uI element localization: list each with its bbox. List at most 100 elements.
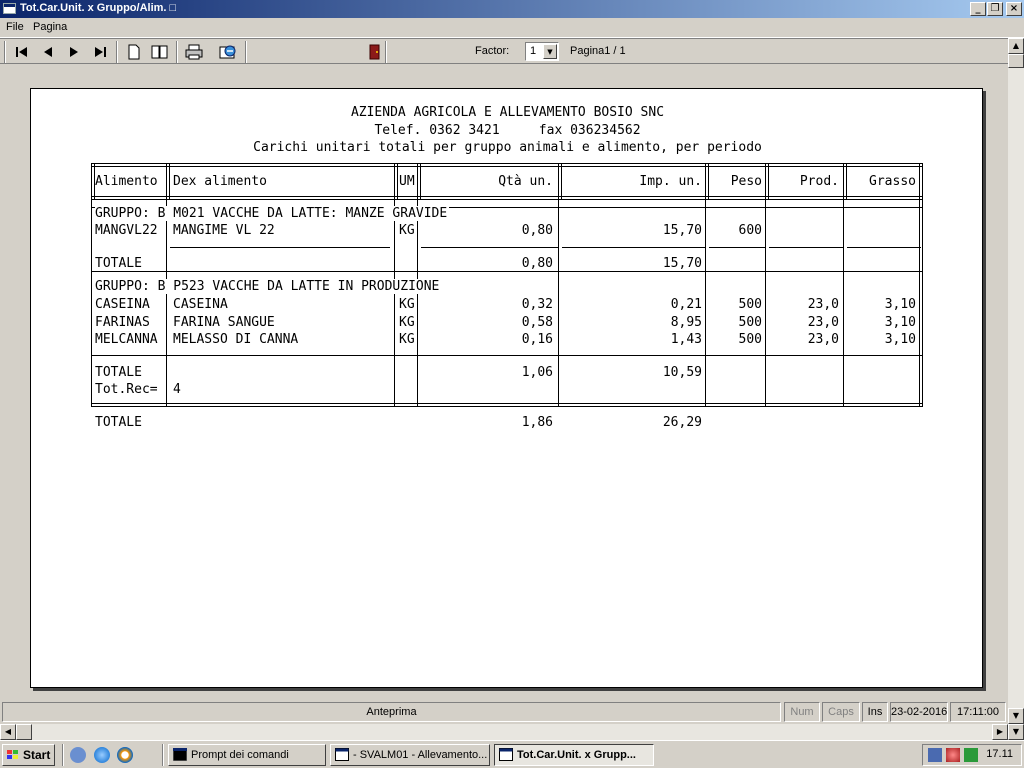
horizontal-scroll-thumb[interactable]	[16, 724, 32, 740]
rule	[91, 403, 923, 404]
exit-door-icon	[369, 44, 380, 60]
row-code: MANGVL22	[95, 223, 158, 238]
row-grasso: 3,10	[884, 332, 916, 347]
window-icon	[335, 748, 349, 761]
group-total-qta: 0,80	[521, 256, 553, 271]
status-mode: Anteprima	[2, 702, 781, 722]
scroll-down-icon[interactable]: ▼	[1008, 724, 1024, 740]
chevron-down-icon[interactable]: ▼	[543, 44, 557, 59]
last-page-button[interactable]	[90, 42, 110, 62]
scroll-up-icon[interactable]: ▲	[1008, 38, 1024, 54]
task-label: Tot.Car.Unit. x Grupp...	[517, 749, 636, 761]
last-page-icon	[95, 47, 106, 57]
toolbar: Factor: 1 ▼ Pagina1 / 1	[0, 38, 1008, 64]
factor-label: Factor:	[475, 45, 510, 57]
factor-select[interactable]: 1 ▼	[525, 42, 559, 61]
row-imp: 8,95	[670, 315, 702, 330]
single-page-button[interactable]	[124, 42, 144, 62]
group-title: GRUPPO: B M021 VACCHE DA LATTE: MANZE GR…	[95, 206, 450, 221]
group-total-imp: 15,70	[662, 256, 702, 271]
row-prod: 23,0	[807, 297, 839, 312]
grand-total-label: TOTALE	[95, 415, 142, 430]
first-page-button[interactable]	[12, 42, 32, 62]
task-label: Prompt dei comandi	[191, 749, 289, 761]
scroll-down-icon[interactable]: ▼	[1008, 708, 1024, 724]
exit-button[interactable]	[364, 42, 384, 62]
row-um: KG	[399, 332, 415, 347]
row-code: CASEINA	[95, 297, 150, 312]
first-page-icon	[16, 47, 27, 57]
export-button[interactable]	[218, 42, 238, 62]
task-tot-car-unit[interactable]: Tot.Car.Unit. x Grupp...	[494, 744, 654, 766]
next-page-icon	[70, 47, 78, 57]
start-button[interactable]: Start	[2, 744, 55, 766]
group-total-qta: 1,06	[521, 365, 553, 380]
toolbar-separator	[385, 41, 387, 63]
row-desc: FARINA SANGUE	[173, 315, 275, 330]
row-um: KG	[399, 315, 415, 330]
col-header-peso: Peso	[730, 174, 762, 189]
rule	[843, 163, 844, 407]
window-title: Tot.Car.Unit. x Gruppo/Alim. □	[20, 2, 177, 14]
vertical-scroll-thumb[interactable]	[1008, 54, 1024, 68]
toolbar-separator	[176, 41, 178, 63]
internet-explorer-icon[interactable]	[94, 747, 110, 763]
row-peso: 500	[738, 332, 762, 347]
row-grasso: 3,10	[884, 297, 916, 312]
row-prod: 23,0	[807, 315, 839, 330]
window-icon	[499, 748, 513, 761]
console-icon	[173, 748, 187, 761]
menu-pagina[interactable]: Pagina	[33, 21, 67, 33]
single-page-icon	[128, 44, 140, 60]
next-page-button[interactable]	[64, 42, 84, 62]
taskbar-clock[interactable]: 17.11	[986, 748, 1013, 760]
prev-page-button[interactable]	[38, 42, 58, 62]
show-desktop-icon[interactable]	[70, 747, 86, 763]
col-header-qta: Qtà un.	[498, 174, 553, 189]
rule	[91, 406, 923, 407]
group-title: GRUPPO: B P523 VACCHE DA LATTE IN PRODUZ…	[95, 279, 442, 294]
scroll-right-icon[interactable]: ▶	[992, 724, 1008, 740]
taskbar-separator	[162, 744, 164, 766]
app-window-icon	[3, 3, 16, 14]
taskbar: Start Prompt dei comandi - SVALM01 - All…	[0, 740, 1024, 768]
rule	[91, 196, 923, 197]
print-button[interactable]	[184, 42, 204, 62]
two-pages-icon	[151, 45, 168, 59]
row-um: KG	[399, 223, 415, 238]
rule	[91, 355, 923, 356]
horizontal-scrollbar[interactable]: ◀ ▶ ▼	[0, 724, 1024, 740]
menu-file[interactable]: File	[6, 21, 24, 33]
row-imp: 1,43	[670, 332, 702, 347]
row-desc: MELASSO DI CANNA	[173, 332, 299, 347]
restore-button[interactable]: ❐	[987, 2, 1003, 16]
task-svalm01[interactable]: - SVALM01 - Allevamento...	[330, 744, 490, 766]
update-icon[interactable]	[964, 748, 978, 762]
title-bar[interactable]: Tot.Car.Unit. x Gruppo/Alim. □ _ ❐ ×	[0, 0, 1024, 18]
taskbar-separator	[62, 744, 64, 766]
network-icon[interactable]	[928, 748, 942, 762]
grand-total-imp: 26,29	[662, 415, 702, 430]
rule	[397, 163, 398, 200]
rule	[421, 247, 558, 248]
row-imp: 15,70	[662, 223, 702, 238]
security-icon[interactable]	[946, 748, 960, 762]
scroll-left-icon[interactable]: ◀	[0, 724, 16, 740]
row-code: FARINAS	[95, 315, 150, 330]
toolbar-separator	[116, 41, 118, 63]
task-command-prompt[interactable]: Prompt dei comandi	[168, 744, 326, 766]
row-grasso: 3,10	[884, 315, 916, 330]
rule	[919, 163, 920, 407]
rule	[420, 163, 421, 200]
grand-total-qta: 1,86	[521, 415, 553, 430]
row-code: MELCANNA	[95, 332, 158, 347]
menu-bar: File Pagina	[0, 18, 1024, 38]
close-button[interactable]: ×	[1006, 2, 1022, 16]
vertical-scrollbar[interactable]: ▲ ▼	[1008, 38, 1024, 724]
rule	[91, 199, 923, 200]
media-player-icon[interactable]	[117, 747, 133, 763]
minimize-button[interactable]: _	[970, 2, 986, 16]
rule	[91, 163, 92, 407]
two-pages-button[interactable]	[150, 42, 170, 62]
row-prod: 23,0	[807, 332, 839, 347]
